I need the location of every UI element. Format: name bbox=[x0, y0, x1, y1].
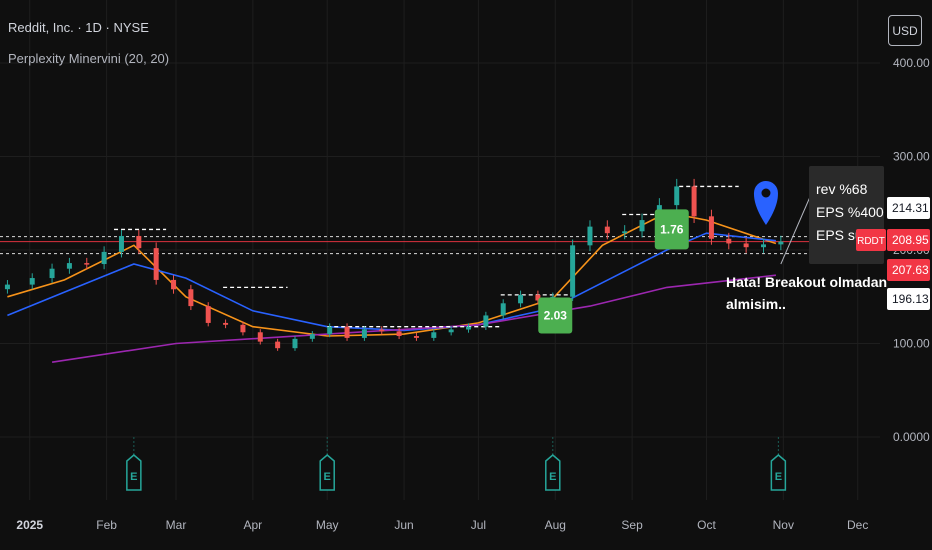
indicator-label[interactable]: Perplexity Minervini (20, 20) bbox=[8, 51, 169, 66]
tooltip-line: rev %68 bbox=[816, 181, 868, 197]
candle-body bbox=[518, 294, 524, 304]
candle-body bbox=[292, 338, 298, 349]
candle-body bbox=[743, 243, 749, 248]
candle-body bbox=[118, 235, 124, 252]
earnings-marker-text: E bbox=[130, 471, 137, 483]
candle-body bbox=[240, 324, 246, 333]
earnings-marker-text: E bbox=[549, 471, 556, 483]
candle-body bbox=[29, 278, 35, 285]
candle-body bbox=[466, 326, 472, 330]
candle-body bbox=[84, 263, 90, 265]
candle-body bbox=[413, 336, 419, 338]
candle-body bbox=[205, 306, 211, 323]
x-tick-label: Aug bbox=[545, 518, 566, 532]
candle-body bbox=[361, 329, 367, 338]
candle-body bbox=[483, 315, 489, 327]
candle-body bbox=[604, 226, 610, 234]
candle-body bbox=[153, 248, 159, 280]
candle-body bbox=[639, 220, 645, 232]
x-tick-label: Apr bbox=[244, 518, 263, 532]
currency-button[interactable]: USD bbox=[888, 15, 922, 46]
symbol-tag-text: RDDT bbox=[857, 236, 885, 247]
x-tick-label: Jul bbox=[471, 518, 486, 532]
annotation-note: Hata! Breakout olmadan bbox=[726, 274, 887, 290]
x-tick-label: Mar bbox=[166, 518, 187, 532]
candle-body bbox=[344, 326, 350, 338]
price-chart[interactable]: 400.00300.00200.00100.000.00002025FebMar… bbox=[0, 0, 932, 550]
candle-body bbox=[327, 326, 333, 335]
price-label-current-text: 208.95 bbox=[892, 233, 929, 247]
location-marker-dot bbox=[761, 188, 771, 198]
earnings-marker-text: E bbox=[324, 471, 331, 483]
x-tick-label: Oct bbox=[697, 518, 716, 532]
candle-body bbox=[136, 235, 142, 249]
candle-body bbox=[726, 238, 732, 244]
x-tick-label: Sep bbox=[621, 518, 643, 532]
candle-body bbox=[66, 263, 72, 269]
candle-body bbox=[188, 289, 194, 307]
candle-body bbox=[674, 186, 680, 206]
candle-body bbox=[257, 332, 263, 342]
candle-body bbox=[309, 334, 315, 339]
candle-body bbox=[4, 284, 10, 290]
candle-body bbox=[431, 332, 437, 338]
candle-body bbox=[708, 216, 714, 239]
chart-title: Reddit, Inc. · 1D · NYSE bbox=[8, 20, 149, 35]
candle-body bbox=[101, 251, 107, 265]
candle-body bbox=[500, 303, 506, 316]
candle-body bbox=[570, 245, 576, 297]
price-label-lower-text: 196.13 bbox=[892, 292, 929, 306]
x-tick-label: Feb bbox=[96, 518, 117, 532]
x-tick-label: Nov bbox=[773, 518, 794, 532]
y-tick-label: 100.00 bbox=[893, 337, 930, 351]
candle-body bbox=[396, 331, 402, 337]
candle-body bbox=[49, 268, 55, 279]
candle-body bbox=[275, 341, 281, 349]
x-tick-label: May bbox=[316, 518, 339, 532]
candle-body bbox=[448, 329, 454, 333]
y-tick-label: 0.0000 bbox=[893, 430, 930, 444]
price-label-upper-text: 214.31 bbox=[892, 201, 929, 215]
candle-body bbox=[622, 231, 628, 234]
x-tick-label: Dec bbox=[847, 518, 868, 532]
signal-label-text: 1.76 bbox=[660, 222, 684, 236]
x-tick-label: 2025 bbox=[16, 518, 43, 532]
y-tick-label: 300.00 bbox=[893, 150, 930, 164]
candle-body bbox=[223, 322, 229, 325]
candle-body bbox=[760, 244, 766, 248]
candle-body bbox=[379, 329, 385, 332]
candle-body bbox=[171, 279, 177, 290]
price-label-ma-text: 207.63 bbox=[892, 263, 929, 277]
candle-body bbox=[691, 186, 697, 217]
x-tick-label: Jun bbox=[394, 518, 413, 532]
earnings-marker-text: E bbox=[775, 471, 782, 483]
y-tick-label: 400.00 bbox=[893, 56, 930, 70]
annotation-note: almisim.. bbox=[726, 296, 786, 312]
candle-body bbox=[587, 226, 593, 246]
signal-label-text: 2.03 bbox=[544, 308, 568, 322]
candle-body bbox=[778, 241, 784, 245]
